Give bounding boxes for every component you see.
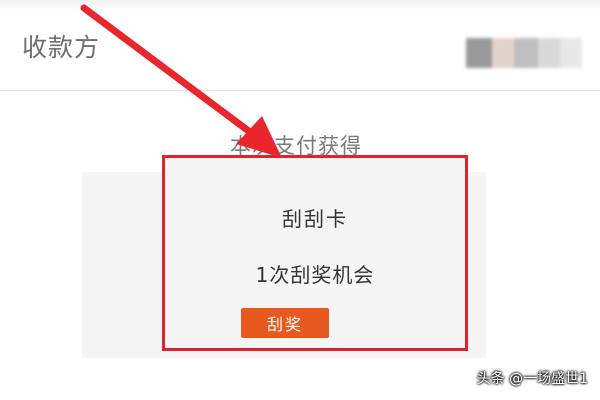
divider xyxy=(0,90,600,91)
blurred-swatch xyxy=(466,38,492,68)
blurred-swatch xyxy=(492,38,514,68)
scratch-card-panel: 刮刮卡 1次刮奖机会 刮奖 xyxy=(162,155,468,351)
card-subtitle: 1次刮奖机会 xyxy=(255,263,375,287)
top-strip xyxy=(0,0,600,10)
scratch-button[interactable]: 刮奖 xyxy=(241,308,329,338)
payee-value-blurred xyxy=(466,38,582,68)
blurred-swatch xyxy=(514,38,538,68)
card-title: 刮刮卡 xyxy=(282,207,348,231)
watermark: 头条 @一场盛世1 xyxy=(476,371,588,387)
blurred-swatch xyxy=(538,38,560,68)
payee-label: 收款方 xyxy=(22,33,101,62)
blurred-swatch xyxy=(560,38,582,68)
payee-row: 收款方 xyxy=(0,10,600,82)
